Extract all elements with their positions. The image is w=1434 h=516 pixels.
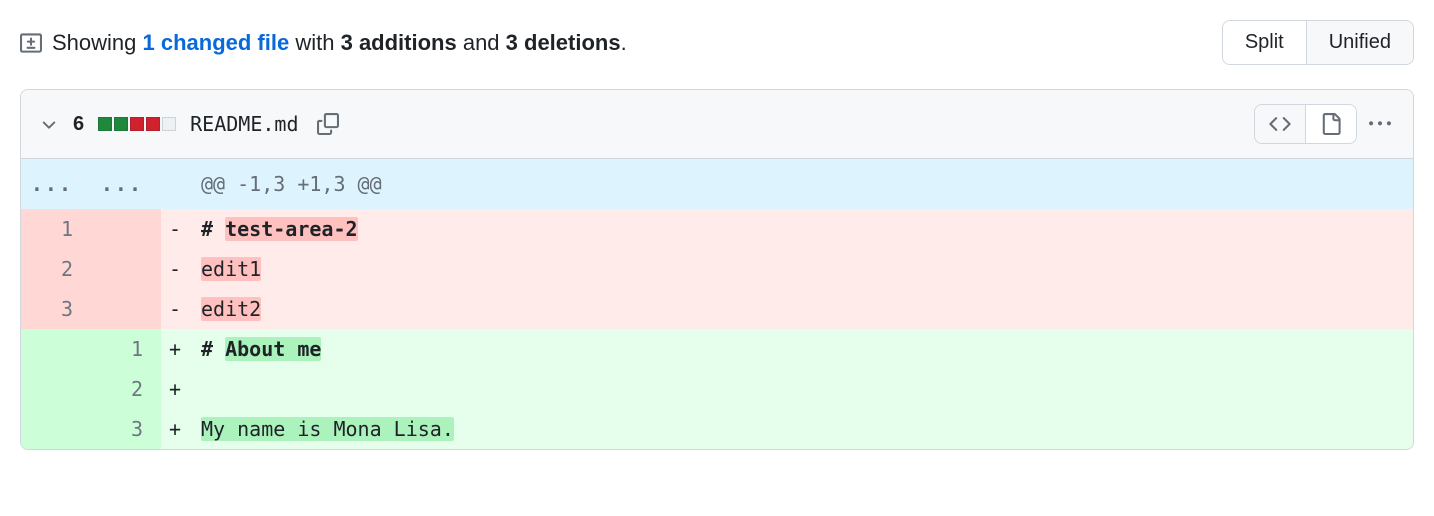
old-line-number[interactable] [21,409,91,449]
chevron-down-icon [39,114,59,134]
rendered-view-button[interactable] [1306,105,1356,143]
hunk-expand-new[interactable]: ... [91,159,161,209]
diff-row: 1 -# test-area-2 [21,209,1413,249]
diffstat-block-add [114,117,128,131]
old-line-number[interactable]: 1 [21,209,91,249]
file-name[interactable]: README.md [190,112,298,136]
additions-count: 3 additions [341,30,457,55]
hunk-header-text: @@ -1,3 +1,3 @@ [189,159,1413,209]
code-segment: About me [225,337,321,361]
diff-marker: + [161,409,189,449]
old-line-number[interactable]: 2 [21,249,91,289]
source-rendered-toggle [1254,104,1357,144]
diff-row: 2 -edit1 [21,249,1413,289]
code-segment: # [201,217,225,241]
summary-mid: with [289,30,340,55]
diff-code[interactable] [189,369,1413,409]
hunk-marker [161,159,189,209]
file-icon [1320,113,1342,135]
diff-table: ... ... @@ -1,3 +1,3 @@ 1-# test-area-22… [21,159,1413,449]
file-change-count: 6 [73,113,84,136]
code-segment: edit2 [201,297,261,321]
collapse-file-button[interactable] [39,114,59,134]
diff-marker: - [161,249,189,289]
diff-code[interactable]: edit1 [189,249,1413,289]
diff-row: 3 -edit2 [21,289,1413,329]
diff-marker: - [161,289,189,329]
diffstat-block-add [98,117,112,131]
diff-row: 3+ My name is Mona Lisa. [21,409,1413,449]
summary-text: Showing 1 changed file with 3 additions … [52,30,627,56]
file-header-right [1254,104,1395,144]
changed-files-link[interactable]: 1 changed file [143,30,290,55]
diff-view-toggle: Split Unified [1222,20,1414,65]
deletions-count: 3 deletions [506,30,621,55]
file-header-left: 6 README.md [39,109,343,139]
summary-left: Showing 1 changed file with 3 additions … [20,30,627,56]
diff-code[interactable]: # test-area-2 [189,209,1413,249]
old-line-number[interactable] [21,369,91,409]
diffstat-block-del [146,117,160,131]
file-menu-button[interactable] [1365,109,1395,139]
diffstat-block-neutral [162,117,176,131]
new-line-number[interactable] [91,209,161,249]
diff-code[interactable]: # About me [189,329,1413,369]
summary-suffix: . [621,30,627,55]
diff-marker: + [161,329,189,369]
new-line-number[interactable]: 2 [91,369,161,409]
new-line-number[interactable]: 1 [91,329,161,369]
copy-path-button[interactable] [313,109,343,139]
code-segment: test-area-2 [225,217,357,241]
summary-and: and [457,30,506,55]
source-view-button[interactable] [1255,105,1306,143]
diff-file-box: 6 README.md ... ... [20,89,1414,450]
hunk-header-row: ... ... @@ -1,3 +1,3 @@ [21,159,1413,209]
diff-code[interactable]: My name is Mona Lisa. [189,409,1413,449]
copy-icon [317,113,339,135]
code-segment: # [201,337,225,361]
file-header: 6 README.md [21,90,1413,159]
diffstat-block-del [130,117,144,131]
diff-code[interactable]: edit2 [189,289,1413,329]
code-segment: My name is Mona Lisa. [201,417,454,441]
new-line-number[interactable] [91,249,161,289]
diff-marker: + [161,369,189,409]
diff-settings-icon[interactable] [20,32,42,54]
summary-prefix: Showing [52,30,143,55]
old-line-number[interactable]: 3 [21,289,91,329]
code-icon [1269,113,1291,135]
diff-row: 2+ [21,369,1413,409]
unified-view-button[interactable]: Unified [1307,21,1413,64]
kebab-icon [1369,113,1391,135]
old-line-number[interactable] [21,329,91,369]
diff-summary-bar: Showing 1 changed file with 3 additions … [20,20,1414,65]
split-view-button[interactable]: Split [1223,21,1307,64]
diffstat-blocks [98,117,176,131]
diff-marker: - [161,209,189,249]
code-segment: edit1 [201,257,261,281]
diff-row: 1+# About me [21,329,1413,369]
new-line-number[interactable]: 3 [91,409,161,449]
hunk-expand-old[interactable]: ... [21,159,91,209]
new-line-number[interactable] [91,289,161,329]
